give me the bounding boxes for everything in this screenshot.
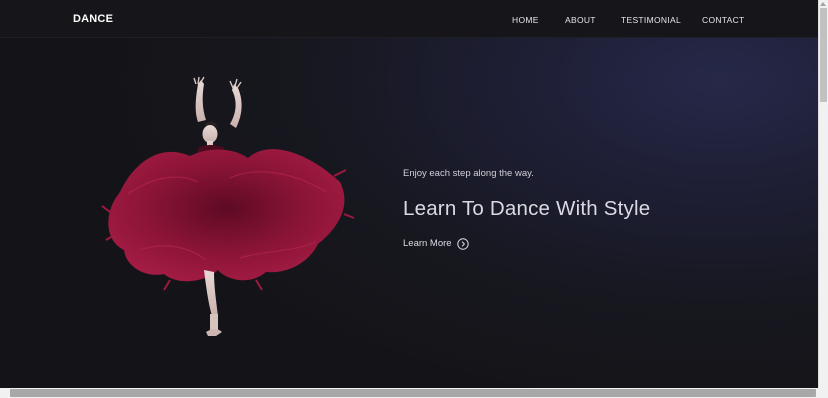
scroll-up-arrow-icon[interactable] [820, 1, 826, 6]
nav-link-testimonial[interactable]: TESTIMONIAL [621, 15, 681, 25]
navbar: DANCE HOME ABOUT TESTIMONIAL CONTACT [0, 0, 818, 38]
nav-link-about[interactable]: ABOUT [565, 15, 596, 25]
hero-section: Enjoy each step along the way. Learn To … [0, 38, 818, 388]
hero-text: Enjoy each step along the way. Learn To … [403, 38, 803, 388]
ballerina-image [101, 76, 355, 336]
vertical-scrollbar-thumb[interactable] [820, 8, 827, 102]
nav-link-home[interactable]: HOME [512, 15, 539, 25]
hero-headline: Learn To Dance With Style [403, 197, 651, 220]
hero-tagline: Enjoy each step along the way. [403, 168, 534, 179]
nav-links: HOME ABOUT TESTIMONIAL CONTACT [0, 15, 818, 27]
nav-link-contact[interactable]: CONTACT [702, 15, 745, 25]
horizontal-scrollbar-thumb[interactable] [10, 389, 816, 397]
learn-more-label: Learn More [403, 238, 452, 249]
learn-more-link[interactable]: Learn More [403, 237, 469, 250]
arrow-circle-right-icon [456, 237, 469, 250]
